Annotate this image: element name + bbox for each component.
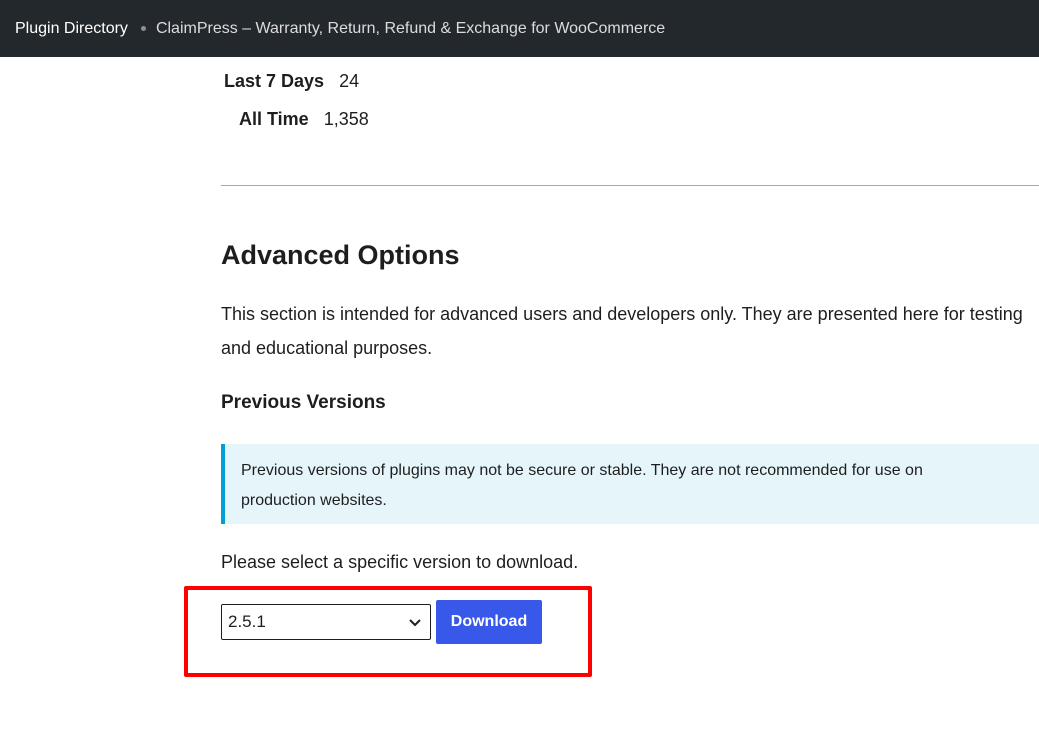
breadcrumb-current-plugin: ClaimPress – Warranty, Return, Refund & … <box>155 19 666 37</box>
stat-row-all-time: All Time 1,358 <box>239 109 369 130</box>
breadcrumb-plugin-directory[interactable]: Plugin Directory <box>15 20 128 38</box>
stat-value: 1,358 <box>323 109 369 129</box>
section-divider <box>221 185 1039 186</box>
stat-value: 24 <box>339 71 360 91</box>
select-version-prompt: Please select a specific version to down… <box>221 552 579 572</box>
previous-versions-heading: Previous Versions <box>221 392 386 413</box>
stat-label: All Time <box>239 109 309 129</box>
breadcrumb-bar: Plugin Directory ClaimPress – Warranty, … <box>0 0 1039 57</box>
breadcrumb-separator-dot <box>140 26 146 31</box>
version-select-value: 2.5.1 <box>228 612 266 631</box>
stat-row-last-7-days: Last 7 Days 24 <box>224 71 359 92</box>
version-select[interactable]: 2.5.1 <box>221 604 431 640</box>
advanced-options-description: This section is intended for advanced us… <box>221 304 1023 358</box>
notice-text: Previous versions of plugins may not be … <box>241 462 923 509</box>
previous-versions-notice: Previous versions of plugins may not be … <box>221 444 1039 524</box>
chevron-down-icon <box>409 619 421 627</box>
advanced-options-heading: Advanced Options <box>221 240 460 270</box>
stat-label: Last 7 Days <box>224 71 325 91</box>
download-button[interactable]: Download <box>436 600 542 644</box>
